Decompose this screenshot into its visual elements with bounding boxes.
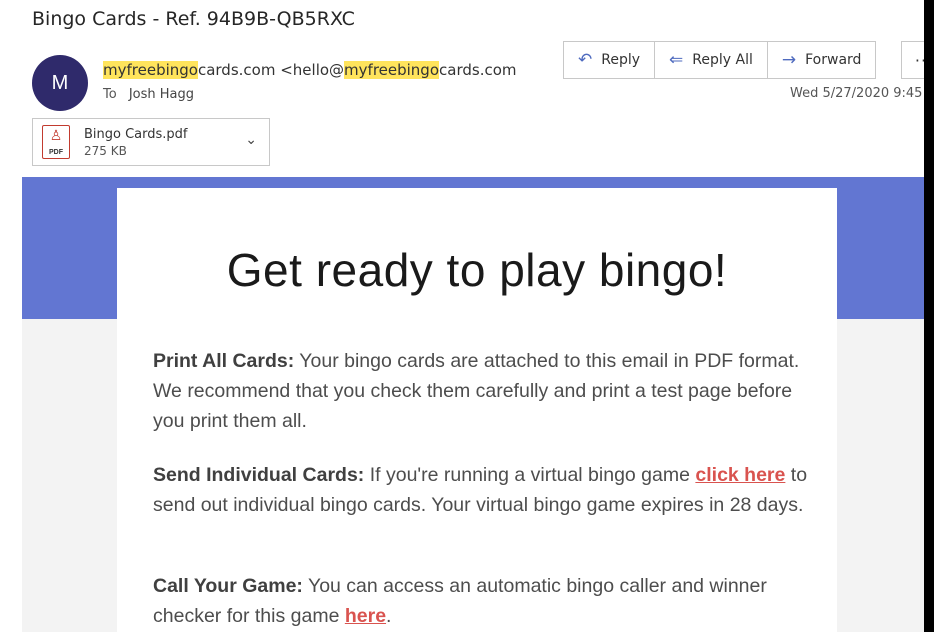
click-here-link[interactable]: click here [695, 464, 785, 486]
send-individual-cards-label: Send Individual Cards: [153, 464, 365, 486]
attachment-size: 275 KB [84, 143, 127, 158]
call-your-game-text-after: . [386, 605, 392, 627]
sender-name-rest: cards.com [197, 61, 276, 79]
recipient-name[interactable]: Josh Hagg [129, 87, 194, 102]
sender-address-highlight: myfreebingo [344, 61, 440, 79]
sender-address-open: <hello@ [275, 61, 345, 79]
here-link[interactable]: here [345, 605, 386, 627]
send-individual-cards-paragraph: Send Individual Cards: If you're running… [153, 460, 813, 520]
sender-address-rest: cards.com [439, 61, 517, 79]
email-content-card: Get ready to play bingo! Print All Cards… [117, 188, 837, 632]
sender-name-highlight: myfreebingo [103, 61, 198, 79]
email-headline: Get ready to play bingo! [226, 244, 728, 296]
forward-button[interactable]: → Forward [768, 42, 876, 78]
reply-button[interactable]: ↶ Reply [564, 42, 656, 78]
email-subject: Bingo Cards - Ref. 94B9B-QB5RXC [32, 8, 355, 30]
email-reading-pane: Bingo Cards - Ref. 94B9B-QB5RXC M myfree… [0, 0, 924, 632]
call-your-game-paragraph: Call Your Game: You can access an automa… [153, 571, 813, 631]
chevron-down-icon[interactable]: ⌄ [245, 132, 257, 148]
reply-all-arrow-icon: ⇐ [669, 49, 684, 70]
avatar[interactable]: M [32, 55, 88, 111]
attachment-name: Bingo Cards.pdf [84, 126, 188, 142]
forward-arrow-icon: → [781, 49, 797, 70]
pdf-badge: PDF [49, 149, 63, 156]
attachment-info: Bingo Cards.pdf 275 KB [84, 127, 188, 158]
more-actions-button[interactable]: ·· [901, 41, 924, 79]
to-label: To [103, 87, 117, 102]
print-all-cards-label: Print All Cards: [153, 350, 295, 372]
forward-label: Forward [805, 52, 862, 68]
sender[interactable]: myfreebingocards.com <hello@myfreebingoc… [103, 61, 517, 79]
reply-label: Reply [601, 52, 641, 68]
pdf-glyph-icon: ♙ [49, 128, 63, 144]
more-label: ·· [914, 50, 924, 70]
avatar-initial: M [51, 71, 69, 94]
message-actions: ↶ Reply ⇐ Reply All → Forward [563, 41, 877, 79]
recipient-line: To Josh Hagg [103, 87, 194, 102]
reply-all-label: Reply All [692, 52, 753, 68]
print-all-cards-paragraph: Print All Cards: Your bingo cards are at… [153, 346, 813, 436]
reply-all-button[interactable]: ⇐ Reply All [655, 42, 768, 78]
pdf-file-icon: ♙ PDF [42, 125, 70, 159]
received-date: Wed 5/27/2020 9:45 A [790, 86, 924, 101]
send-individual-cards-text-before: If you're running a virtual bingo game [364, 464, 696, 486]
call-your-game-label: Call Your Game: [153, 575, 303, 597]
attachment-card[interactable]: ♙ PDF Bingo Cards.pdf 275 KB ⌄ [32, 118, 270, 166]
reply-arrow-icon: ↶ [578, 49, 593, 70]
